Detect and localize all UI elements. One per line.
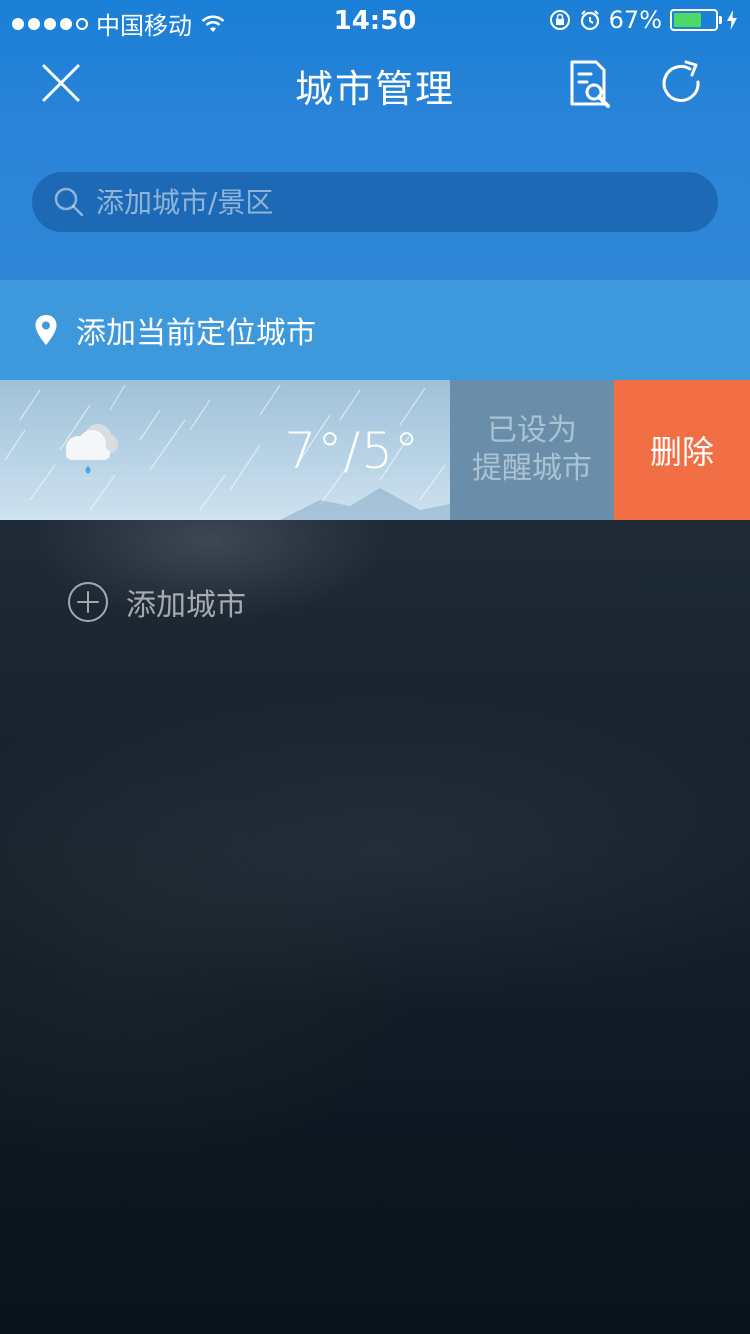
delete-button[interactable]: 删除 <box>614 380 750 520</box>
refresh-icon[interactable] <box>654 56 710 112</box>
set-reminder-city-button[interactable]: 已设为 提醒城市 <box>450 380 614 520</box>
status-bar: 中国移动 14:50 67% <box>0 0 750 40</box>
battery-percent: 67% <box>608 6 662 34</box>
alarm-icon <box>580 10 599 31</box>
status-right: 67% <box>549 6 738 34</box>
battery-icon <box>670 9 722 31</box>
search-bar[interactable] <box>32 172 718 232</box>
city-card[interactable]: 7°/5° <box>0 380 450 520</box>
locate-label: 添加当前定位城市 <box>76 316 316 351</box>
page-title: 城市管理 <box>294 67 455 111</box>
add-current-location-row[interactable]: 添加当前定位城市 <box>0 280 750 380</box>
search-input[interactable] <box>96 185 696 219</box>
add-city-label: 添加城市 <box>126 588 246 623</box>
background-image <box>0 520 750 1334</box>
location-pin-icon <box>35 315 57 345</box>
cloudy-rain-icon <box>66 424 118 474</box>
temperature-range: 7°/5° <box>284 422 420 480</box>
reminder-label-line2: 提醒城市 <box>472 451 592 486</box>
reminder-label-line1: 已设为 <box>487 413 577 448</box>
search-icon <box>54 187 84 217</box>
nav-bar: 城市管理 <box>0 40 750 130</box>
add-circle-icon <box>68 582 108 622</box>
rotation-lock-icon <box>549 10 570 30</box>
add-city-button[interactable]: 添加城市 <box>66 580 246 624</box>
edit-settings-icon[interactable] <box>560 56 616 112</box>
charging-bolt-icon <box>727 10 737 30</box>
